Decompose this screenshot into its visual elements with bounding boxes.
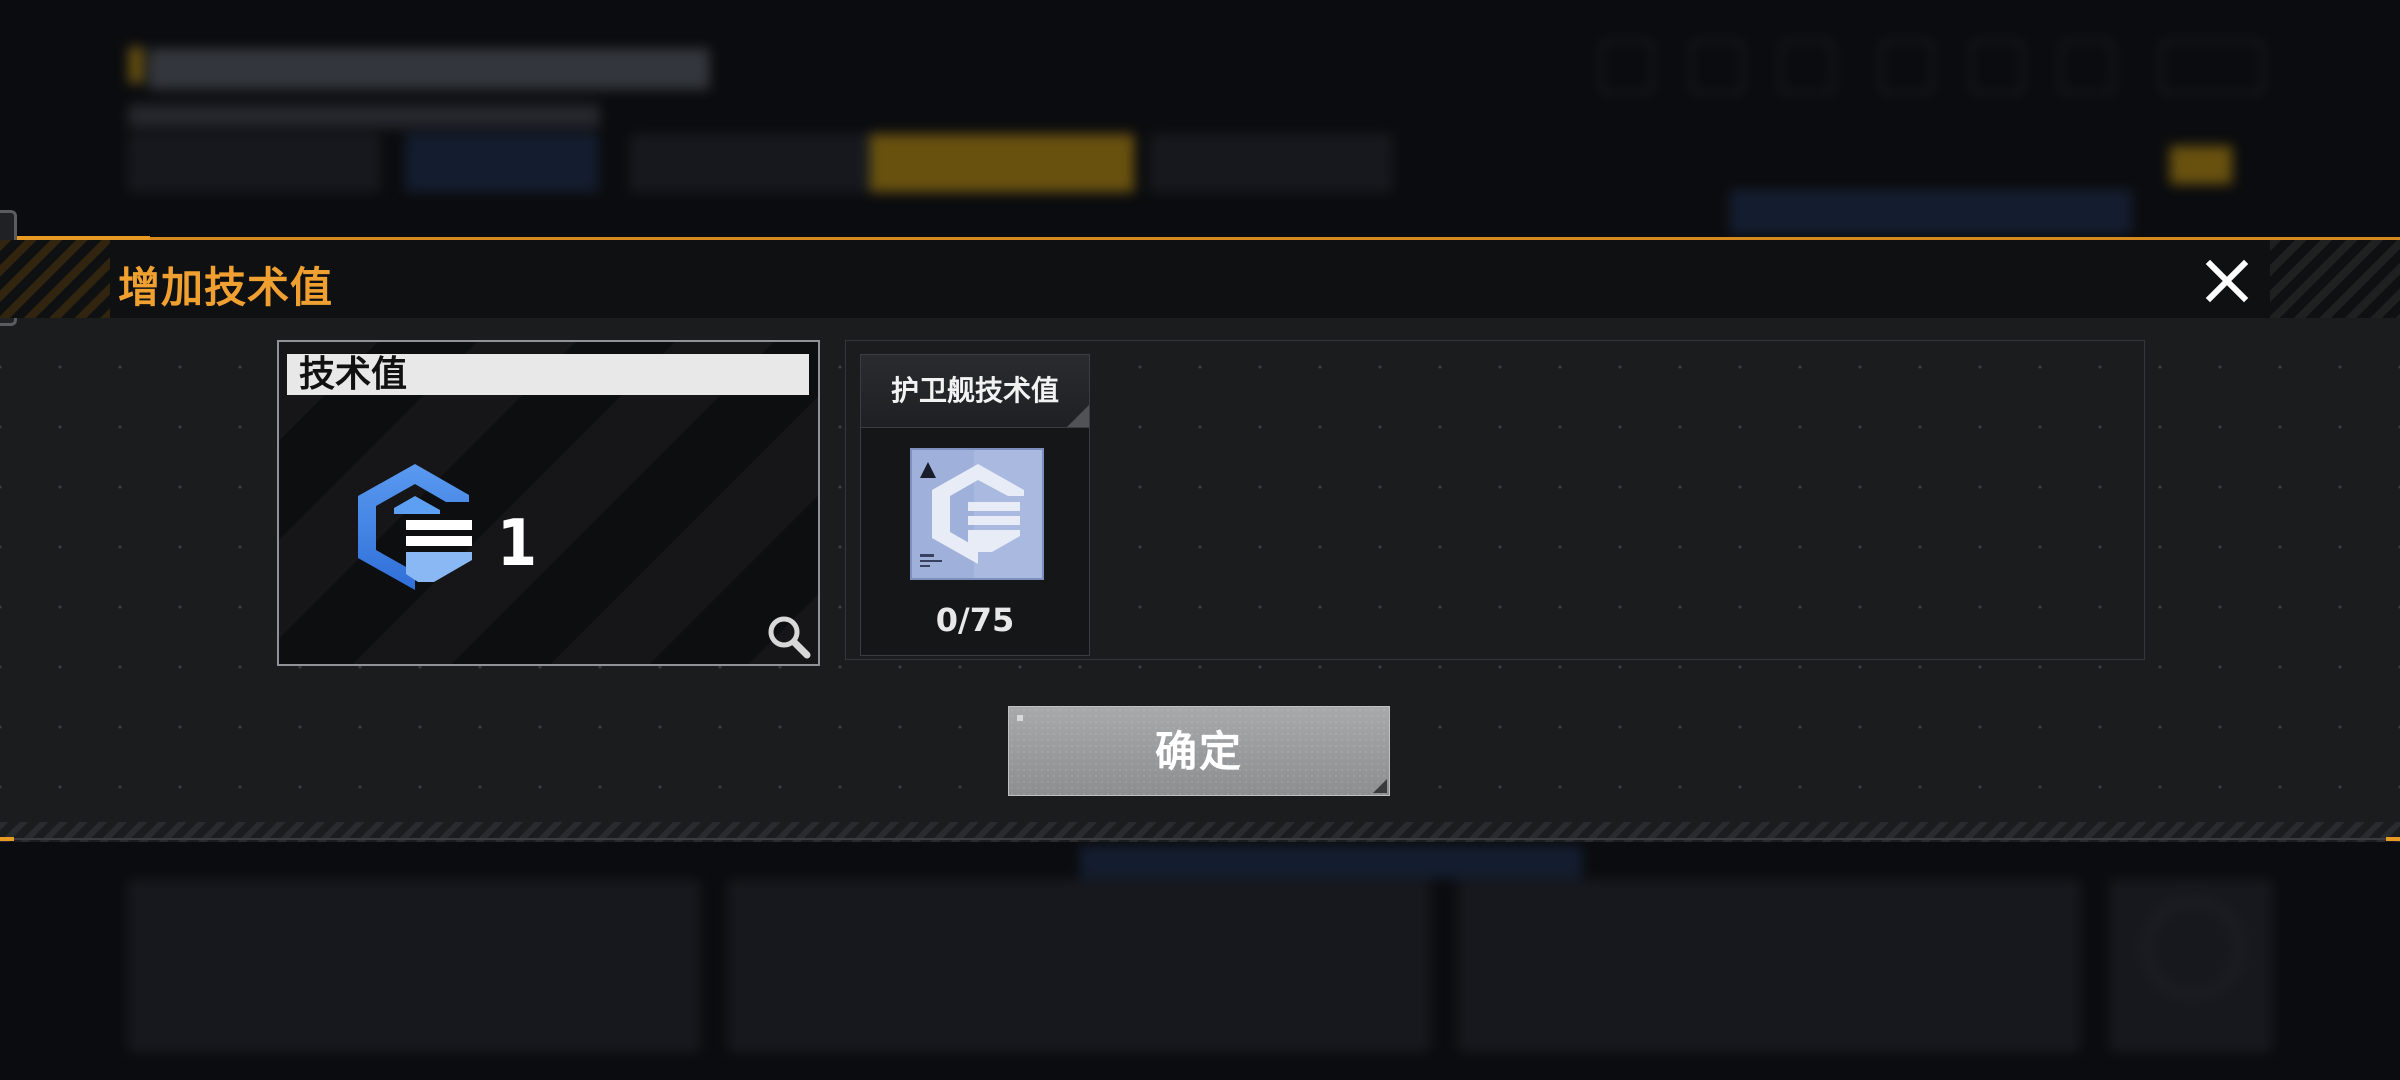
frigate-tech-item-icon — [912, 450, 1024, 578]
confirm-button[interactable]: 确定 — [1008, 706, 1390, 796]
bg-tab-2 — [870, 134, 1134, 192]
dialog-header: 增加技术值 — [0, 240, 2400, 318]
dialog-bottom-tick-right — [2386, 837, 2400, 841]
close-button[interactable] — [2204, 258, 2250, 304]
bg-stat-2 — [406, 134, 598, 192]
close-icon — [2205, 259, 2249, 303]
magnify-button[interactable] — [764, 612, 812, 660]
bg-dropdown — [1730, 190, 2132, 234]
tech-value-icon — [358, 464, 472, 590]
bg-panel-1 — [128, 880, 700, 1052]
bg-panel-3 — [1458, 880, 2080, 1052]
bg-icon-6 — [2060, 40, 2114, 94]
bg-icon-5 — [1970, 40, 2024, 94]
bg-title-marker — [128, 46, 144, 84]
bg-icon-1 — [1600, 40, 1654, 94]
bg-avatar — [2145, 900, 2241, 996]
magnify-icon — [768, 616, 811, 659]
header-stripes-right — [2270, 240, 2400, 318]
bg-icon-7 — [2160, 40, 2264, 94]
bg-stat-1 — [128, 134, 380, 192]
bg-tab-3 — [1150, 134, 1392, 192]
frigate-tech-item[interactable]: 护卫舰技术值 0/75 — [860, 354, 1090, 656]
bg-panel-2 — [728, 880, 1430, 1052]
header-stripes — [0, 240, 110, 318]
dialog-title: 增加技术值 — [118, 263, 334, 312]
bg-icon-4 — [1880, 40, 1934, 94]
bg-title-text — [148, 48, 710, 90]
tech-value-card: 技术值 1 — [277, 340, 820, 666]
tech-card-title: 技术值 — [299, 354, 408, 395]
item-card-header: 护卫舰技术值 — [861, 355, 1089, 428]
bg-badge — [2170, 146, 2232, 184]
bg-icon-2 — [1690, 40, 1744, 94]
tech-card-header: 技术值 — [287, 354, 809, 395]
dialog-bottom-tick-left — [0, 837, 14, 841]
bg-tab-1 — [630, 134, 872, 192]
bg-icon-3 — [1780, 40, 1834, 94]
dialog-bottom-border — [0, 838, 2400, 840]
bg-subtitle — [128, 104, 600, 128]
item-card-title: 护卫舰技术值 — [890, 374, 1059, 407]
bg-strip — [1080, 846, 1582, 878]
confirm-button-label: 确定 — [1154, 727, 1243, 776]
item-thumbnail — [910, 448, 1044, 580]
item-progress: 0/75 — [935, 601, 1015, 639]
tech-value-count: 1 — [497, 507, 538, 581]
